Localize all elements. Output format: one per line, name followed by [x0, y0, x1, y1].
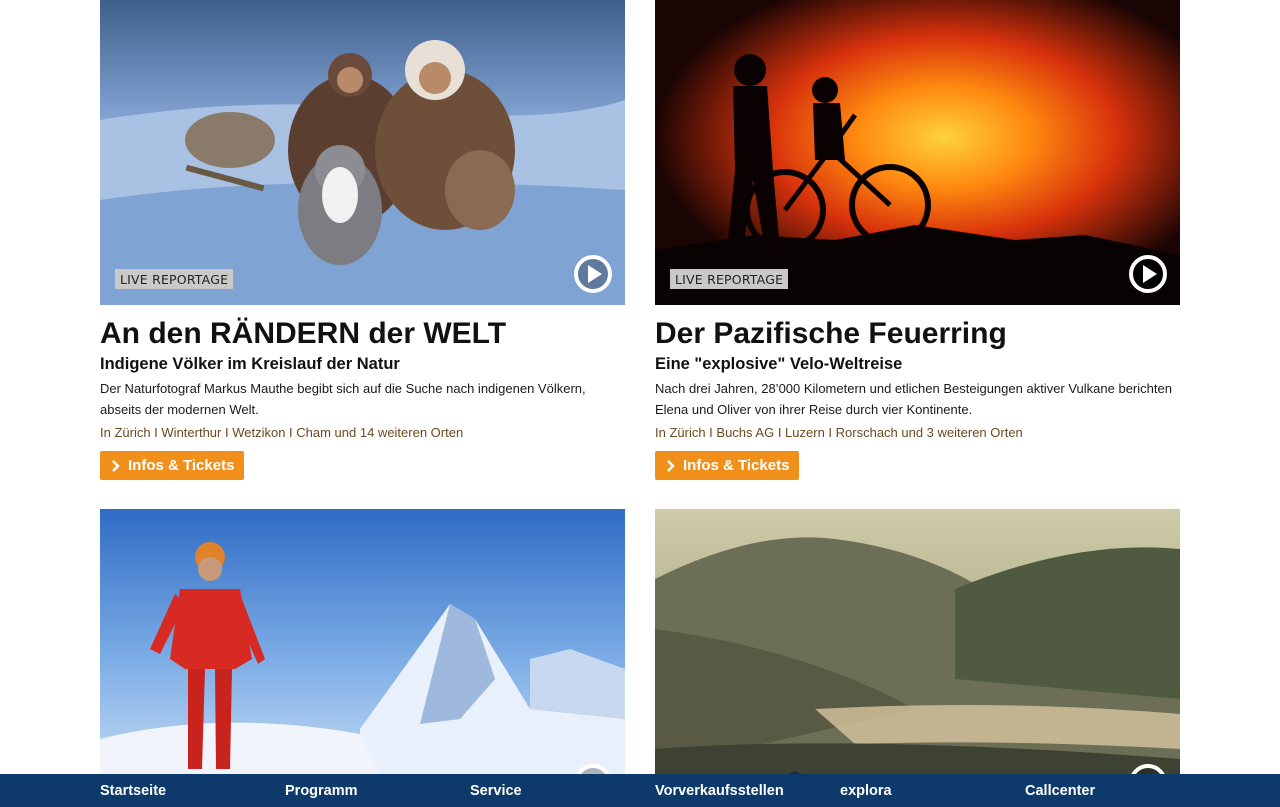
event-title[interactable]: Der Pazifische Feuerring: [655, 316, 1180, 352]
button-label: Infos & Tickets: [128, 457, 235, 474]
event-image[interactable]: LIVE REPORTAGE: [100, 0, 625, 305]
infos-tickets-button[interactable]: Infos & Tickets: [100, 451, 245, 480]
event-image[interactable]: LIVE REPORTAGE: [655, 0, 1180, 305]
event-subtitle: Indigene Völker im Kreislauf der Natur: [100, 355, 400, 373]
play-circle-icon[interactable]: [573, 254, 613, 294]
event-card: LIVE REPORTAGE Der Pazifische Feuerring …: [655, 0, 1180, 480]
footer-link-callcenter[interactable]: Callcenter: [1025, 783, 1095, 799]
footer-link-service[interactable]: Service: [470, 783, 522, 799]
chevron-right-icon: [667, 459, 675, 472]
footer-nav: Startseite Programm Service Vorverkaufss…: [0, 774, 1280, 807]
footer-link-explora[interactable]: explora: [840, 783, 892, 799]
footer-link-vorverkaufsstellen[interactable]: Vorverkaufsstellen: [655, 783, 784, 799]
event-locations: In Zürich I Buchs AG I Luzern I Rorschac…: [655, 425, 1023, 440]
mountaineer-photo: [100, 509, 625, 807]
chevron-right-icon: [112, 459, 120, 472]
button-label: Infos & Tickets: [683, 457, 790, 474]
valley-photo: [655, 509, 1180, 807]
event-subtitle: Eine "explosive" Velo-Weltreise: [655, 355, 903, 373]
play-circle-icon[interactable]: [1128, 254, 1168, 294]
event-card: LIVE REPORTAGE An den RÄNDERN der WELT I…: [100, 0, 625, 480]
volcano-photo: [655, 0, 1180, 305]
event-title[interactable]: An den RÄNDERN der WELT: [100, 316, 625, 352]
event-description: Der Naturfotograf Markus Mauthe begibt s…: [100, 381, 586, 417]
event-card: [655, 509, 1180, 807]
event-card: [100, 509, 625, 807]
footer-link-programm[interactable]: Programm: [285, 783, 358, 799]
event-image[interactable]: [100, 509, 625, 807]
event-image[interactable]: [655, 509, 1180, 807]
infos-tickets-button[interactable]: Infos & Tickets: [655, 451, 800, 480]
footer-link-startseite[interactable]: Startseite: [100, 783, 166, 799]
event-locations: In Zürich I Winterthur I Wetzikon I Cham…: [100, 425, 464, 440]
arctic-photo: [100, 0, 625, 305]
live-reportage-badge: LIVE REPORTAGE: [670, 269, 789, 289]
live-reportage-badge: LIVE REPORTAGE: [115, 269, 234, 289]
event-description: Nach drei Jahren, 28’000 Kilometern und …: [655, 381, 1172, 417]
